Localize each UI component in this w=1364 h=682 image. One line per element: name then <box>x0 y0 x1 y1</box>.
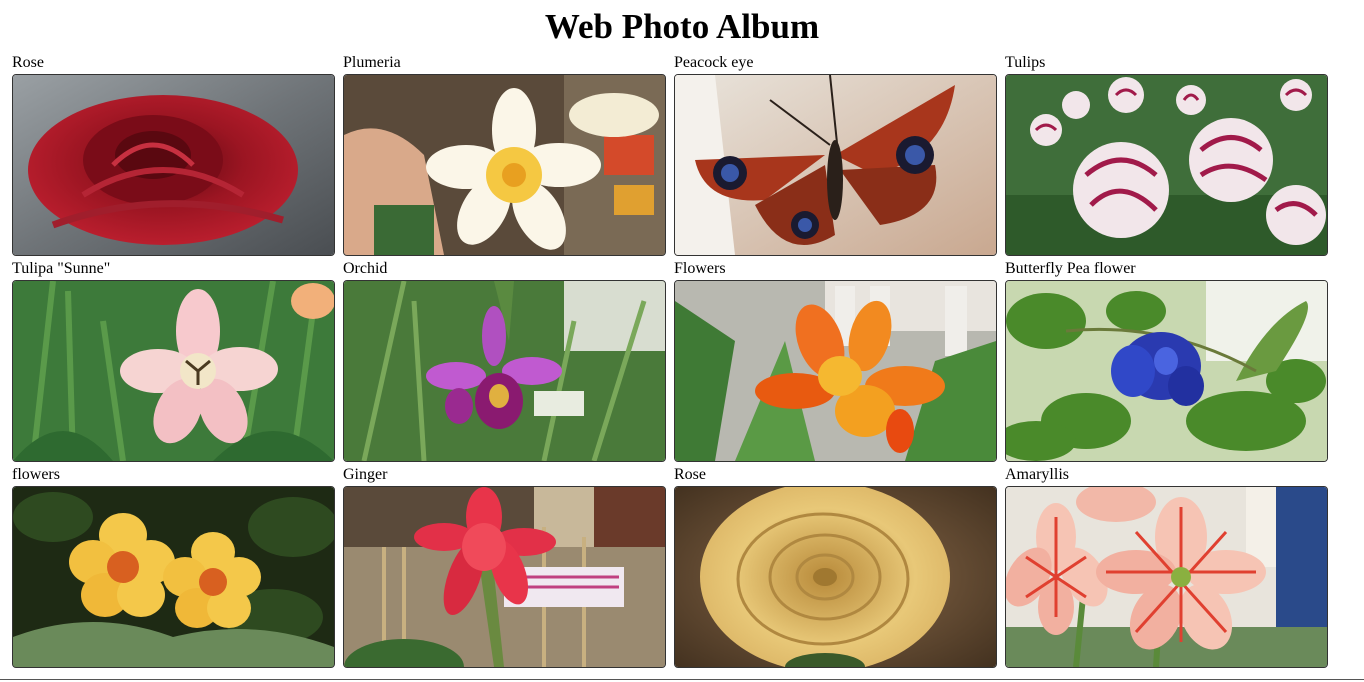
photo-caption: Tulipa "Sunne" <box>12 260 111 277</box>
photo-card-yellow-flowers[interactable]: flowers <box>12 465 335 671</box>
orchid-photo[interactable] <box>343 280 666 462</box>
peacock-butterfly-photo[interactable] <box>674 74 997 256</box>
photo-card-flowers[interactable]: Flowers <box>674 259 997 465</box>
amaryllis-photo[interactable] <box>1005 486 1328 668</box>
yellow-rose-photo[interactable] <box>674 486 997 668</box>
red-ginger-photo[interactable] <box>343 486 666 668</box>
tulips-photo[interactable] <box>1005 74 1328 256</box>
photo-caption: Butterfly Pea flower <box>1005 260 1136 277</box>
butterfly-pea-photo[interactable] <box>1005 280 1328 462</box>
photo-card-ginger[interactable]: Ginger <box>343 465 666 671</box>
photo-card-tulips[interactable]: Tulips <box>1005 53 1328 259</box>
photo-card-tulipa-sunne[interactable]: Tulipa "Sunne" <box>12 259 335 465</box>
bottom-divider <box>0 679 1364 680</box>
photo-card-rose-yellow[interactable]: Rose <box>674 465 997 671</box>
photo-caption: Plumeria <box>343 54 401 71</box>
red-rose-photo[interactable] <box>12 74 335 256</box>
photo-caption: Tulips <box>1005 54 1046 71</box>
canna-flowers-photo[interactable] <box>674 280 997 462</box>
photo-caption: Amaryllis <box>1005 466 1069 483</box>
photo-card-amaryllis[interactable]: Amaryllis <box>1005 465 1328 671</box>
pink-tulip-photo[interactable] <box>12 280 335 462</box>
photo-card-rose[interactable]: Rose <box>12 53 335 259</box>
photo-card-orchid[interactable]: Orchid <box>343 259 666 465</box>
photo-caption: Peacock eye <box>674 54 754 71</box>
photo-caption: Rose <box>12 54 44 71</box>
photo-card-butterfly-pea[interactable]: Butterfly Pea flower <box>1005 259 1328 465</box>
photo-caption: flowers <box>12 466 60 483</box>
photo-caption: Rose <box>674 466 706 483</box>
photo-card-peacock-eye[interactable]: Peacock eye <box>674 53 997 259</box>
photo-caption: Ginger <box>343 466 388 483</box>
yellow-flowers-photo[interactable] <box>12 486 335 668</box>
photo-gallery: Rose Plumeria Peacock eye Tulips Tulipa … <box>12 53 1328 671</box>
plumeria-photo[interactable] <box>343 74 666 256</box>
page-title: Web Photo Album <box>544 7 820 46</box>
photo-caption: Flowers <box>674 260 726 277</box>
photo-card-plumeria[interactable]: Plumeria <box>343 53 666 259</box>
photo-caption: Orchid <box>343 260 388 277</box>
